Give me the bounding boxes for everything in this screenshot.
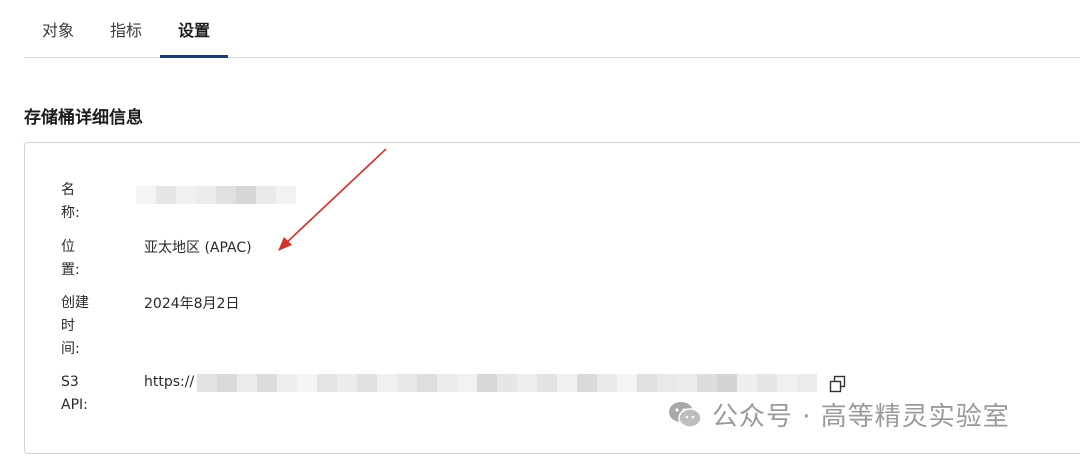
- tab-metrics-label: 指标: [110, 20, 143, 40]
- tab-settings[interactable]: 设置: [160, 0, 229, 58]
- wechat-icon: [669, 401, 702, 428]
- watermark-text: 公众号 · 高等精灵实验室: [712, 402, 1010, 432]
- created-label: 创建 时 间:: [61, 295, 89, 357]
- annotation-arrow: [278, 148, 387, 251]
- copy-icon[interactable]: [829, 375, 847, 393]
- watermark: 公众号 · 高等精灵实验室: [668, 396, 1010, 433]
- tab-objects-label: 对象: [42, 20, 75, 40]
- section-title: 存储桶详细信息: [24, 108, 143, 128]
- created-value: 2024年8月2日: [144, 296, 240, 312]
- s3-api-label: S3 API:: [61, 374, 88, 413]
- location-value: 亚太地区 (APAC): [144, 240, 252, 256]
- tab-bar: 对象 指标 设置: [24, 0, 1080, 58]
- s3-api-prefix: https://: [144, 374, 195, 390]
- location-label: 位 置:: [61, 239, 80, 278]
- s3-api-url-redacted: [197, 374, 817, 392]
- tab-settings-label: 设置: [178, 20, 211, 40]
- bucket-settings-page: 对象 指标 设置 存储桶详细信息 名 称: 位 置: 亚太地区 (APAC) 创…: [0, 0, 1080, 459]
- tab-metrics[interactable]: 指标: [92, 0, 160, 57]
- tab-objects[interactable]: 对象: [24, 0, 92, 57]
- name-label: 名 称:: [61, 182, 80, 221]
